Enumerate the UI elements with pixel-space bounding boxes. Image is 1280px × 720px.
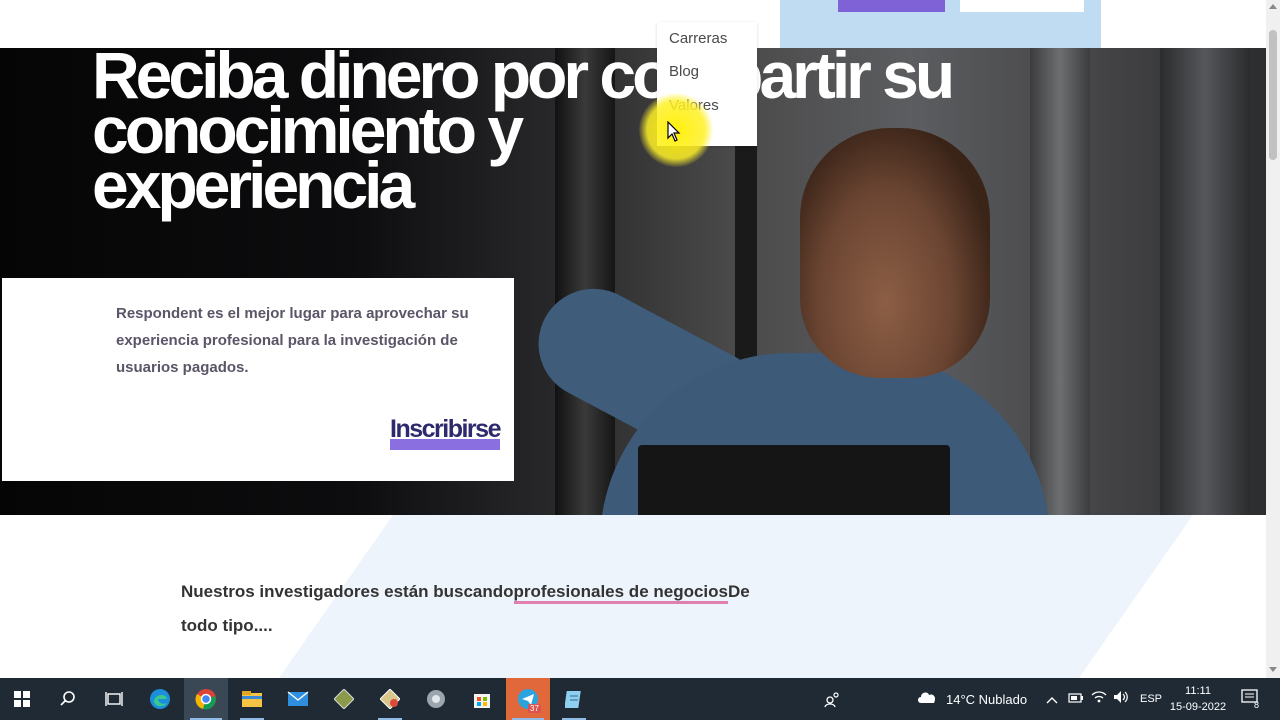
wifi-icon[interactable] xyxy=(1091,690,1107,709)
hero-title-line: experiencia xyxy=(92,148,415,222)
header-primary-button[interactable] xyxy=(838,0,945,12)
mouse-cursor-icon xyxy=(667,121,681,142)
app-icon-2[interactable] xyxy=(368,678,412,720)
windows-taskbar: 14°C Nublado ESP 8 xyxy=(0,678,1280,720)
telegram-badge: 37 xyxy=(528,704,541,713)
hero-photo-laptop xyxy=(638,445,950,515)
windows-start-icon[interactable] xyxy=(0,678,44,720)
chevron-up-icon[interactable] xyxy=(1046,692,1058,710)
section-text: Nuestros investigadores están buscandopr… xyxy=(181,575,771,643)
hero-section: Reciba dinero por compartir su conocimie… xyxy=(0,48,1266,515)
file-explorer-icon[interactable] xyxy=(230,678,274,720)
system-clock[interactable]: 11:11 15-09-2022 xyxy=(1166,683,1230,715)
telegram-icon[interactable] xyxy=(506,678,550,720)
clock-time: 11:11 xyxy=(1185,685,1211,697)
hero-title: Reciba dinero por compartir su conocimie… xyxy=(92,48,972,218)
header-secondary-button[interactable] xyxy=(960,0,1084,12)
page-scrollbar[interactable] xyxy=(1266,0,1280,678)
scroll-down-icon[interactable] xyxy=(1269,667,1277,672)
hero-description: Respondent es el mejor lugar para aprove… xyxy=(116,305,469,376)
weather-text[interactable]: 14°C Nublado xyxy=(946,692,1027,707)
battery-icon[interactable] xyxy=(1068,691,1084,709)
store-icon[interactable] xyxy=(460,678,504,720)
scrollbar-thumb[interactable] xyxy=(1269,30,1277,160)
hero-card: Respondent es el mejor lugar para aprove… xyxy=(2,278,514,481)
signup-button[interactable]: Inscribirse xyxy=(390,414,501,450)
task-view-icon[interactable] xyxy=(92,678,136,720)
site-header xyxy=(0,0,1266,48)
search-icon[interactable] xyxy=(46,678,90,720)
scroll-up-icon[interactable] xyxy=(1269,4,1277,9)
notepad-icon[interactable] xyxy=(552,678,596,720)
notification-count: 8 xyxy=(1254,700,1260,710)
language-indicator[interactable]: ESP xyxy=(1140,693,1162,705)
chrome-icon[interactable] xyxy=(184,678,228,720)
cloud-icon xyxy=(916,688,938,709)
menu-item-careers[interactable]: Carreras xyxy=(669,30,727,47)
app-icon-3[interactable] xyxy=(414,678,458,720)
hero-background-image xyxy=(1030,48,1090,515)
section-text-start: Nuestros investigadores están buscando xyxy=(181,582,514,601)
hero-background-image xyxy=(1160,48,1250,515)
business-professionals-link[interactable]: profesionales de negocios xyxy=(513,582,728,604)
menu-item-blog[interactable]: Blog xyxy=(669,63,699,80)
app-icon[interactable] xyxy=(322,678,366,720)
mail-icon[interactable] xyxy=(276,678,320,720)
volume-icon[interactable] xyxy=(1113,690,1129,709)
clock-date: 15-09-2022 xyxy=(1169,701,1227,713)
edge-icon[interactable] xyxy=(138,678,182,720)
content-section: Nuestros investigadores están buscandopr… xyxy=(0,515,1266,678)
people-icon[interactable] xyxy=(810,678,854,720)
